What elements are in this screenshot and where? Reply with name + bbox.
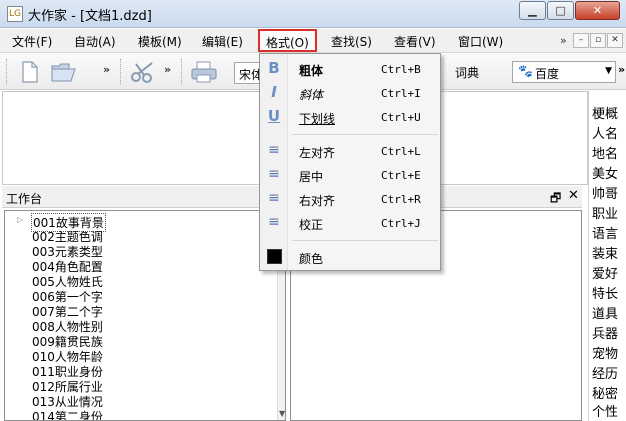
list-item[interactable]: 职业 — [592, 203, 618, 222]
list-item[interactable]: 经历 — [592, 363, 618, 382]
list-item[interactable]: 宠物 — [592, 343, 618, 362]
mdi-close-button[interactable]: ✕ — [607, 33, 623, 48]
menu-bar: 文件(F) 自动(A) 模板(M) 编辑(E) 格式(O) 查找(S) 查看(V… — [0, 29, 626, 53]
menu-item-shortcut: Ctrl+B — [381, 63, 421, 76]
menu-item-align-center[interactable]: ≡ 居中 Ctrl+E — [260, 164, 440, 186]
menu-item-label: 校正 — [299, 218, 324, 232]
bold-icon: B — [268, 59, 280, 77]
toolbar-chevron-2[interactable]: » — [164, 63, 171, 76]
float-window-icon[interactable]: 🗗 — [550, 189, 561, 210]
menu-item-label: 斜体 — [299, 88, 324, 102]
word-category-list: 梗概 人名 地名 美女 帅哥 职业 语言 装束 爱好 特长 道具 兵器 宠物 经… — [588, 91, 626, 421]
menu-item-align-left[interactable]: ≡ 左对齐 Ctrl+L — [260, 140, 440, 162]
underline-icon: U — [267, 107, 281, 125]
expand-arrow-icon[interactable]: ▷ — [17, 215, 23, 224]
italic-icon: I — [271, 83, 277, 101]
menu-find[interactable]: 查找(S) — [331, 33, 372, 50]
toolbar-chevron-3[interactable]: » — [618, 63, 625, 76]
align-right-icon: ≡ — [268, 190, 280, 206]
menu-item-label: 右对齐 — [299, 194, 336, 208]
menu-auto[interactable]: 自动(A) — [74, 33, 116, 50]
minimize-button[interactable]: ▁ — [519, 1, 546, 20]
search-engine-select[interactable]: 🐾 百度 ▼ — [512, 61, 616, 83]
list-item[interactable]: 装束 — [592, 243, 618, 262]
dictionary-label[interactable]: 词典 — [455, 64, 479, 81]
menu-separator — [292, 134, 438, 135]
tree-item[interactable]: 014第二身份 — [32, 408, 103, 420]
list-item[interactable]: 人名 — [592, 123, 618, 142]
menu-item-underline[interactable]: U 下划线 Ctrl+U — [260, 106, 440, 128]
list-item[interactable]: 美女 — [592, 163, 618, 182]
maximize-button[interactable]: □ — [547, 1, 574, 20]
list-item[interactable]: 地名 — [592, 143, 618, 162]
menu-edit[interactable]: 编辑(E) — [202, 33, 243, 50]
title-bar: LG 大作家 - [文档1.dzd] ▁ □ ✕ — [0, 0, 626, 28]
printer-icon[interactable] — [191, 61, 217, 88]
mdi-restore-button[interactable]: ▫ — [590, 33, 606, 48]
search-engine-value: 百度 — [535, 67, 560, 81]
list-item[interactable]: 特长 — [592, 283, 618, 302]
menu-item-justify[interactable]: ≡ 校正 Ctrl+J — [260, 212, 440, 234]
align-center-icon: ≡ — [268, 166, 280, 182]
menu-item-label: 粗体 — [299, 64, 324, 78]
menu-item-shortcut: Ctrl+E — [381, 169, 421, 182]
menu-item-label: 颜色 — [299, 252, 324, 266]
menu-separator — [292, 240, 438, 241]
menu-item-bold[interactable]: B 粗体 Ctrl+B — [260, 58, 440, 80]
menu-item-label: 下划线 — [299, 112, 336, 126]
new-document-icon[interactable] — [22, 61, 38, 88]
menu-window[interactable]: 窗口(W) — [458, 33, 503, 50]
workbench-title: 工作台 — [6, 192, 43, 206]
list-item[interactable]: 梗概 — [592, 103, 618, 122]
menu-item-shortcut: Ctrl+I — [381, 87, 421, 100]
scroll-down-icon[interactable]: ▼ — [279, 409, 285, 418]
format-menu-dropdown: B 粗体 Ctrl+B I 斜体 Ctrl+I U 下划线 Ctrl+U ≡ 左… — [259, 53, 441, 271]
menu-item-shortcut: Ctrl+J — [381, 217, 421, 230]
close-button[interactable]: ✕ — [575, 1, 620, 20]
toolbar-grip — [6, 59, 8, 85]
menu-item-label: 左对齐 — [299, 146, 336, 160]
list-item[interactable]: 语言 — [592, 223, 618, 242]
list-item[interactable]: 道具 — [592, 303, 618, 322]
align-left-icon: ≡ — [268, 142, 280, 158]
window-title: 大作家 - [文档1.dzd] — [28, 9, 152, 24]
toolbar-separator — [181, 59, 183, 85]
menu-item-align-right[interactable]: ≡ 右对齐 Ctrl+R — [260, 188, 440, 210]
app-icon: LG — [7, 6, 23, 22]
menu-item-italic[interactable]: I 斜体 Ctrl+I — [260, 82, 440, 104]
list-item[interactable]: 兵器 — [592, 323, 618, 342]
menu-format[interactable]: 格式(O) — [258, 29, 317, 52]
baidu-paw-icon: 🐾 — [518, 64, 533, 78]
menu-item-label: 居中 — [299, 170, 324, 184]
menu-file[interactable]: 文件(F) — [12, 33, 52, 50]
workbench-close-icon[interactable]: ✕ — [568, 188, 579, 203]
workbench-tree: ▷ 001故事背景 002主题色调 003元素类型 004角色配置 005人物姓… — [4, 210, 286, 421]
list-item[interactable]: 秘密 — [592, 383, 618, 402]
list-item[interactable]: 个性 — [592, 401, 618, 420]
toolbar-separator — [120, 59, 122, 85]
menu-overflow-chevron[interactable]: » — [560, 34, 567, 47]
list-item[interactable]: 爱好 — [592, 263, 618, 282]
menu-item-color[interactable]: 颜色 — [260, 246, 440, 268]
open-folder-icon[interactable] — [51, 61, 77, 88]
menu-view[interactable]: 查看(V) — [394, 33, 436, 50]
color-swatch-icon — [267, 249, 282, 264]
menu-template[interactable]: 模板(M) — [138, 33, 182, 50]
list-item[interactable]: 帅哥 — [592, 183, 618, 202]
chevron-down-icon[interactable]: ▼ — [605, 66, 612, 76]
menu-item-shortcut: Ctrl+R — [381, 193, 421, 206]
menu-item-shortcut: Ctrl+U — [381, 111, 421, 124]
menu-item-shortcut: Ctrl+L — [381, 145, 421, 158]
scissors-icon[interactable] — [130, 61, 156, 88]
mdi-minimize-button[interactable]: – — [573, 33, 589, 48]
toolbar-chevron-1[interactable]: » — [103, 63, 110, 76]
align-justify-icon: ≡ — [268, 214, 280, 230]
